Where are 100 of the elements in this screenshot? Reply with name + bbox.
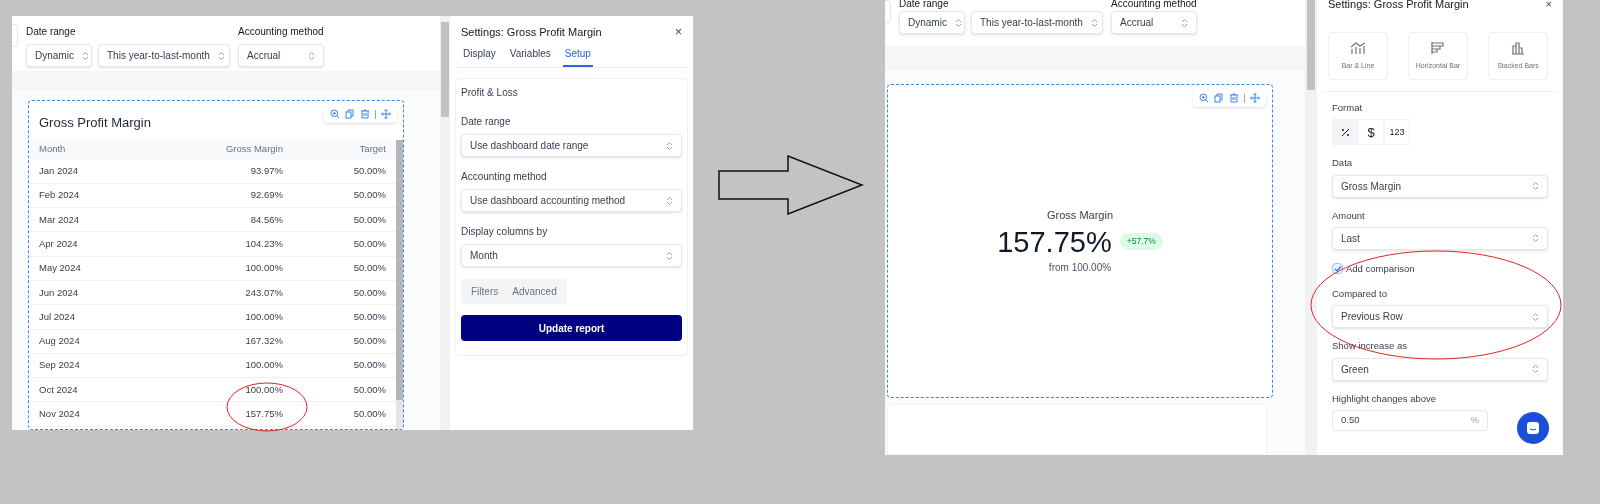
date-mode-select[interactable]: Dynamic [26,44,92,67]
field-label: Highlight changes above [1332,391,1438,406]
zoom-in-icon[interactable] [1199,93,1209,103]
chevron-updown-icon [1532,233,1539,244]
table-cell-text: Feb 2024 [39,188,81,203]
zoom-in-icon[interactable] [330,109,340,119]
column-header: Month [39,142,67,157]
scrollbar[interactable] [396,139,403,429]
input-field[interactable]: 0.50 % [1332,409,1488,431]
table-cell-text: 50.00% [352,164,386,178]
metric-label: Gross Margin [1047,208,1113,224]
table-cell-text: 100.00% [244,261,283,276]
field-label: Display columns by [461,225,549,239]
scrollbar[interactable] [1305,0,1317,455]
date-mode-select[interactable]: Dynamic [899,11,965,34]
widget-title: Gross Profit Margin [39,114,151,132]
section-title: Profit & Loss [461,86,519,100]
check-icon [1333,264,1342,273]
setting-select[interactable]: Gross Margin [1332,174,1548,198]
chevron-updown-icon [1532,181,1539,191]
settings-tab[interactable]: Variables [507,42,553,67]
table-cell-text: 50.00% [352,309,386,324]
subtab[interactable]: Filters [466,284,504,299]
chevron-updown-icon [666,140,673,151]
table-cell-text: 50.00% [352,188,386,203]
field-label: Compared to [1332,287,1388,301]
table-cell-text: Oct 2024 [39,382,79,397]
field-label: Show increase as [1332,339,1408,354]
move-icon[interactable] [381,109,391,119]
chevron-updown-icon [1181,17,1188,28]
filter-label: Accounting method [238,25,324,39]
table-cell-text: 243.07% [244,285,283,300]
close-button[interactable]: × [1545,0,1552,8]
percent-icon [1340,127,1350,137]
subtab[interactable]: Advanced [507,284,562,299]
date-preset-select[interactable]: This year-to-last-month [971,11,1103,34]
chevron-updown-icon [1090,17,1098,28]
table-cell-text: 50.00% [352,334,386,349]
copy-icon[interactable] [345,109,355,119]
horizontal-bar-chart-icon [1431,40,1445,55]
accounting-method-select[interactable]: Accrual [1111,11,1197,34]
date-preset-select[interactable]: This year-to-last-month [98,44,230,67]
table-cell-text: 50.00% [352,236,386,251]
table-cell-text: 104.23% [244,236,283,251]
checkbox-label: Add comparison [1346,261,1415,276]
trash-icon[interactable] [1229,93,1239,103]
setting-select[interactable]: Use dashboard date range [461,134,682,157]
setting-select[interactable]: Green [1332,357,1548,381]
chevron-updown-icon [217,50,225,61]
field-label: Accounting method [461,170,548,184]
table-cell-text: Jan 2024 [39,164,80,178]
move-icon[interactable] [1250,93,1260,103]
settings-tab[interactable]: Display [461,42,498,67]
update-report-button[interactable]: Update report [461,315,682,341]
trash-icon[interactable] [360,109,370,119]
table-cell-text: Jun 2024 [39,285,80,300]
format-button[interactable]: $ [1358,119,1384,146]
scrollbar[interactable] [440,16,450,430]
format-button[interactable]: 123 [1384,119,1410,146]
setting-select[interactable]: Month [461,244,682,267]
field-label: Format [1332,101,1364,115]
chevron-updown-icon [954,17,962,28]
copy-icon[interactable] [1214,93,1224,103]
chevron-updown-icon [666,250,673,261]
accounting-method-select[interactable]: Accrual [238,44,324,67]
table-cell-text: Mar 2024 [39,212,81,227]
bar-chart-icon [1511,40,1525,55]
table-cell-text: 50.00% [352,382,386,397]
metric-value: 157.75% [997,224,1112,260]
setting-select[interactable]: Last [1332,226,1548,250]
percent-format-button[interactable] [1332,119,1358,146]
filter-label: Date range [26,25,77,39]
table-cell-text: 50.00% [352,407,386,421]
table-cell-text: Aug 2024 [39,334,81,349]
table-cell-text: 50.00% [352,212,386,227]
field-label: Date range [461,115,512,129]
table-cell-text: 167.32% [244,334,283,349]
table-cell-text: 100.00% [244,358,283,373]
table-cell-text: 50.00% [352,261,386,276]
table-cell-text: 100.00% [244,309,283,324]
change-badge: +57.7% [1119,233,1163,251]
chevron-updown-icon [1532,364,1539,374]
panel-title: Settings: Gross Profit Margin [461,24,602,40]
table-cell-text: Nov 2024 [39,407,81,421]
table-cell-text: May 2024 [39,261,82,276]
field-label: Amount [1332,208,1366,223]
chat-button[interactable] [1517,412,1549,444]
settings-tab[interactable]: Setup [562,42,593,67]
chevron-updown-icon [308,50,315,61]
table-cell-text: Sep 2024 [39,358,81,373]
table-cell-text: Apr 2024 [39,236,79,251]
close-button[interactable]: × [675,23,682,41]
table-cell-text: 84.56% [249,212,283,227]
chevron-updown-icon [666,195,673,206]
table-cell-text: 50.00% [352,358,386,373]
column-header: Gross Margin [225,142,283,157]
checkbox[interactable] [1332,263,1343,275]
chevron-updown-icon [81,50,89,61]
setting-select[interactable]: Previous Row [1332,305,1548,329]
setting-select[interactable]: Use dashboard accounting method [461,189,682,212]
